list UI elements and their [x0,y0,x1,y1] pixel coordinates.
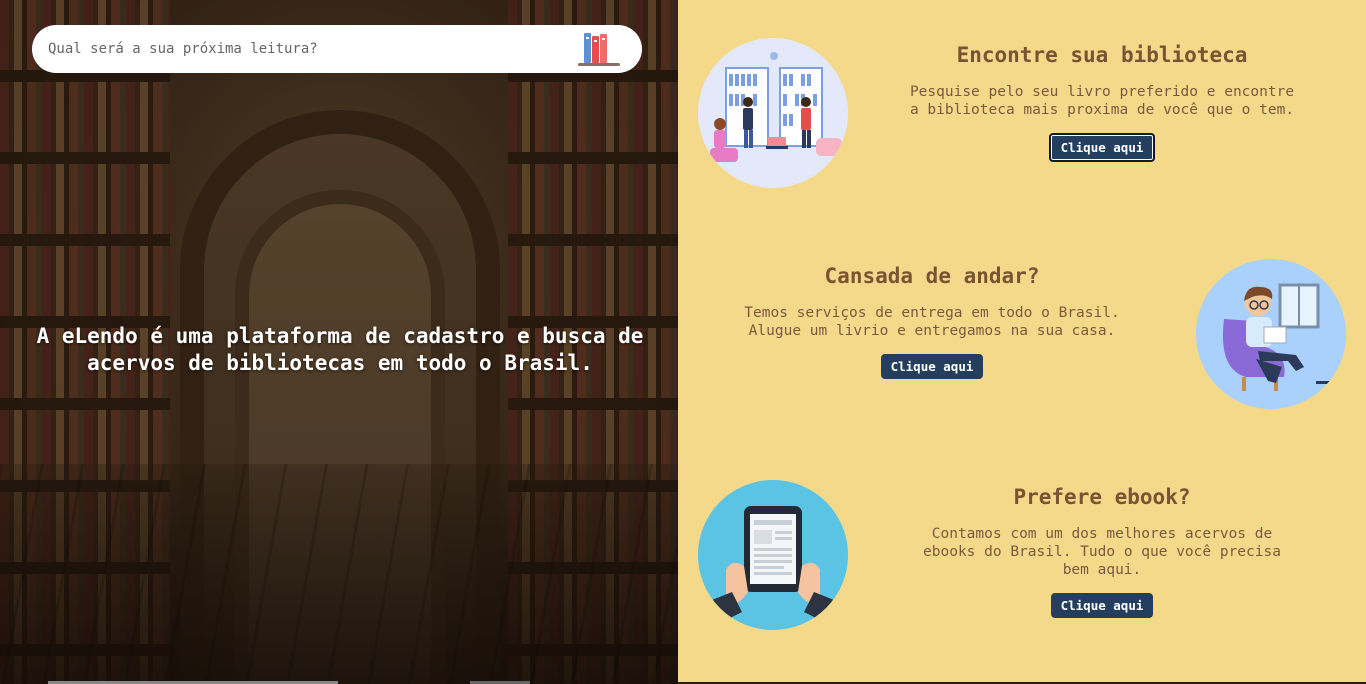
card-description: Pesquise pelo seu livro preferido e enco… [909,84,1295,118]
card-description: Contamos com um dos melhores acervos de … [923,526,1281,578]
library-illustration [698,38,848,188]
card-description: Temos serviços de entrega em todo o Bras… [744,305,1120,339]
features-panel: Encontre sua biblioteca Pesquise pelo se… [678,0,1366,682]
card-title: Prefere ebook? [1013,485,1191,509]
delivery-button[interactable]: Clique aqui [880,354,984,379]
search-bar [32,25,642,73]
hero-description: A eLendo é uma plataforma de cadastro e … [36,324,644,375]
tablet-ebook-illustration [698,480,848,630]
books-icon[interactable] [576,29,622,69]
find-library-button[interactable]: Clique aqui [1048,133,1156,162]
reading-chair-illustration [1196,259,1346,409]
card-title: Encontre sua biblioteca [956,43,1248,67]
search-input[interactable] [48,41,576,57]
card-title: Cansada de andar? [824,264,1040,288]
card-ebook: Prefere ebook? Contamos com um dos melho… [908,485,1296,618]
card-delivery: Cansada de andar? Temos serviços de entr… [738,264,1126,379]
ebook-button[interactable]: Clique aqui [1050,593,1154,618]
hero-section: A eLendo é uma plataforma de cadastro e … [0,0,678,684]
card-find-library: Encontre sua biblioteca Pesquise pelo se… [908,43,1296,162]
